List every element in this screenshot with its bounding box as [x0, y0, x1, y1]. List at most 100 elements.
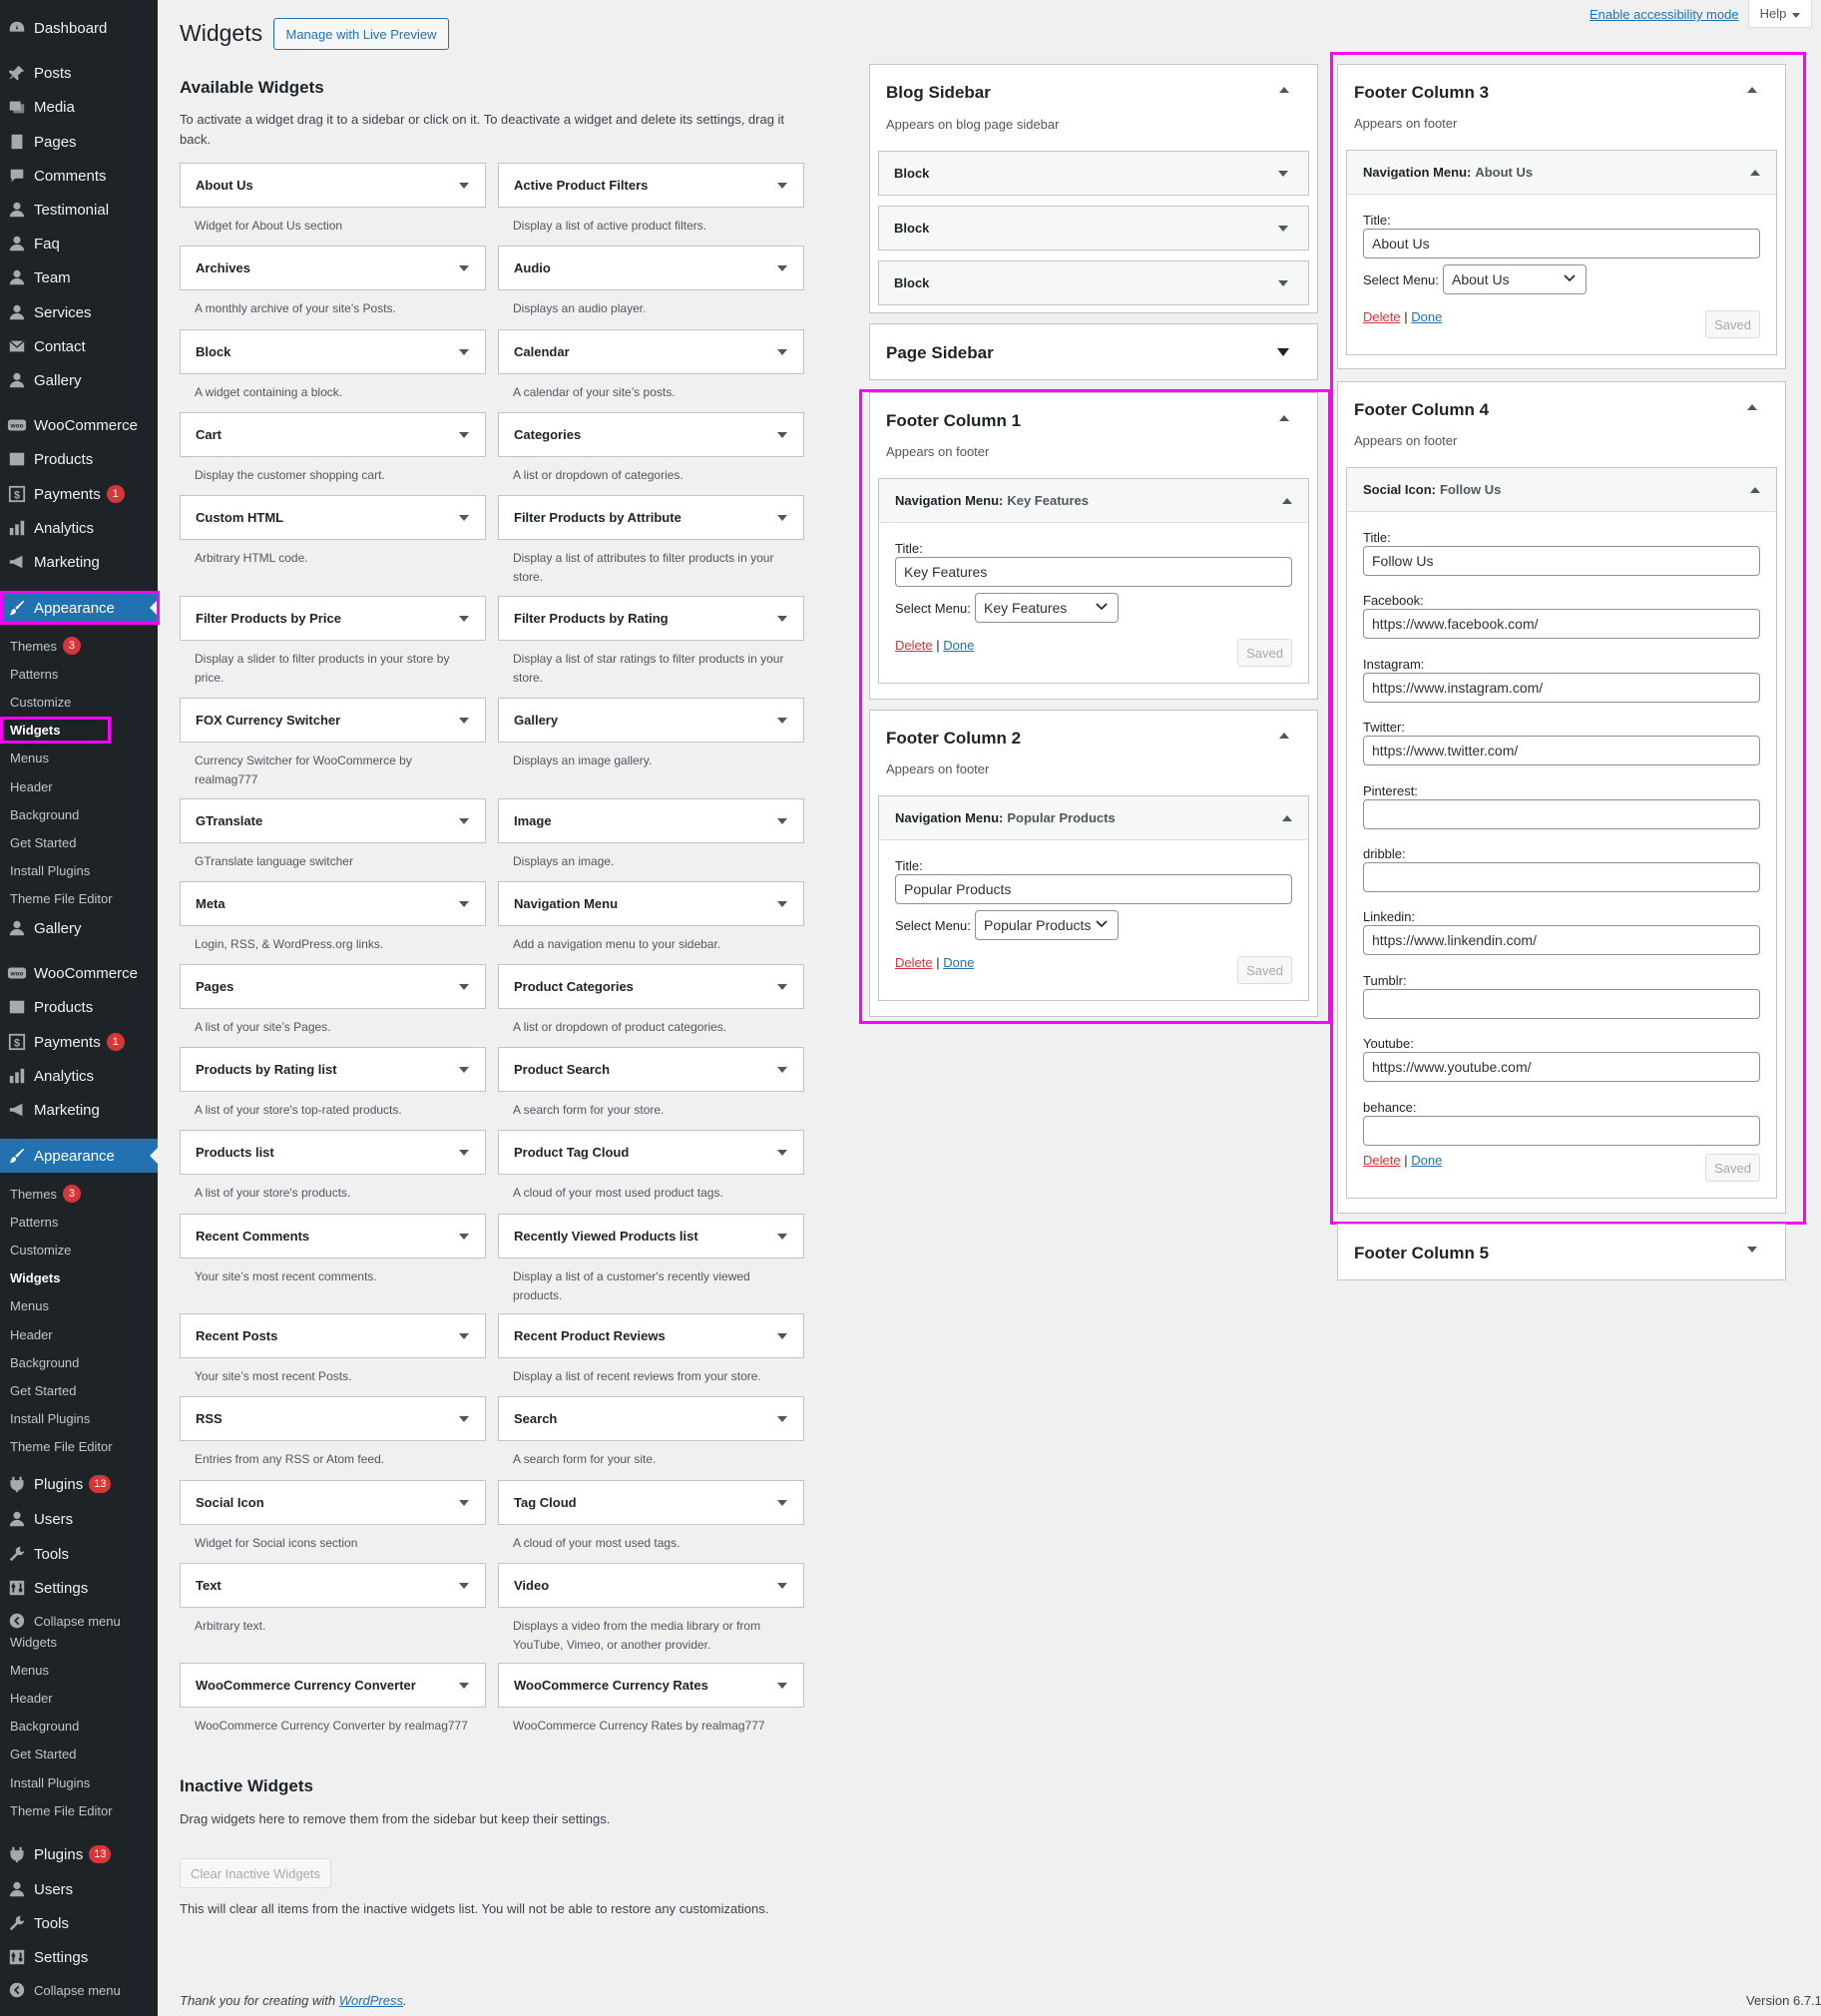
expand-arrow-icon[interactable]: [459, 1583, 469, 1589]
expand-arrow-icon[interactable]: [459, 349, 469, 355]
menu-dashboard[interactable]: Dashboard: [0, 11, 158, 45]
submenu-theme-file-editor[interactable]: Theme File Editor: [0, 886, 158, 912]
expand-arrow-icon[interactable]: [1278, 171, 1288, 177]
menu-appearance[interactable]: Appearance: [0, 1139, 158, 1173]
clear-inactive-button[interactable]: Clear Inactive Widgets: [180, 1858, 331, 1888]
submenu-patterns[interactable]: Patterns: [0, 1209, 158, 1235]
expand-arrow-icon[interactable]: [777, 515, 787, 521]
widget-product-tag-cloud[interactable]: Product Tag Cloud: [498, 1130, 804, 1175]
menu-plugins[interactable]: Plugins 13: [0, 1837, 158, 1871]
expand-arrow-icon[interactable]: [459, 1500, 469, 1506]
menu-analytics[interactable]: Analytics: [0, 1059, 158, 1093]
widget-cart[interactable]: Cart: [180, 412, 486, 457]
widget-filter-products-by-attribute[interactable]: Filter Products by Attribute: [498, 495, 804, 540]
widget-custom-html[interactable]: Custom HTML: [180, 495, 486, 540]
menu-contact[interactable]: Contact: [0, 329, 158, 363]
submenu-theme-file-editor[interactable]: Theme File Editor: [0, 1797, 158, 1823]
widget-social-icon[interactable]: Social Icon: [180, 1480, 486, 1525]
page-sidebar-area[interactable]: Page Sidebar: [869, 323, 1318, 380]
menu-tools[interactable]: Tools: [0, 1906, 158, 1940]
expand-arrow-icon[interactable]: [777, 349, 787, 355]
widget-recently-viewed-products-list[interactable]: Recently Viewed Products list: [498, 1214, 804, 1259]
expand-arrow-icon[interactable]: [459, 183, 469, 189]
menu-marketing[interactable]: Marketing: [0, 1093, 158, 1127]
expand-arrow-icon[interactable]: [777, 901, 787, 907]
widget-products-by-rating-list[interactable]: Products by Rating list: [180, 1047, 486, 1092]
widget-tag-cloud[interactable]: Tag Cloud: [498, 1480, 804, 1525]
widget-recent-product-reviews[interactable]: Recent Product Reviews: [498, 1313, 804, 1358]
expand-arrow-icon[interactable]: [459, 1234, 469, 1240]
menu-settings[interactable]: Settings: [0, 1940, 158, 1974]
expand-arrow-icon[interactable]: [777, 1333, 787, 1339]
widget-meta[interactable]: Meta: [180, 881, 486, 926]
submenu-widgets[interactable]: Widgets: [0, 1629, 158, 1655]
menu-posts[interactable]: Posts: [0, 56, 158, 90]
expand-arrow-icon[interactable]: [459, 818, 469, 824]
submenu-theme-file-editor[interactable]: Theme File Editor: [0, 1434, 158, 1460]
menu-collapse-menu[interactable]: Collapse menu: [0, 1973, 158, 2007]
widget-woocommerce-currency-converter[interactable]: WooCommerce Currency Converter: [180, 1663, 486, 1708]
submenu-background[interactable]: Background: [0, 801, 158, 827]
submenu-get-started[interactable]: Get Started: [0, 1377, 158, 1403]
widget-categories[interactable]: Categories: [498, 412, 804, 457]
widget-recent-comments[interactable]: Recent Comments: [180, 1214, 486, 1259]
expand-arrow-icon[interactable]: [459, 1416, 469, 1422]
expand-arrow-icon[interactable]: [1278, 226, 1288, 232]
expand-arrow-icon[interactable]: [459, 1150, 469, 1156]
submenu-install-plugins[interactable]: Install Plugins: [0, 1406, 158, 1432]
block-widget[interactable]: Block: [878, 151, 1309, 196]
expand-arrow-icon[interactable]: [777, 818, 787, 824]
menu-testimonial[interactable]: Testimonial: [0, 193, 158, 227]
expand-arrow-icon[interactable]: [1277, 348, 1289, 356]
menu-services[interactable]: Services: [0, 295, 158, 329]
widget-calendar[interactable]: Calendar: [498, 329, 804, 374]
submenu-customize[interactable]: Customize: [0, 689, 158, 715]
expand-arrow-icon[interactable]: [459, 515, 469, 521]
expand-arrow-icon[interactable]: [777, 1150, 787, 1156]
expand-arrow-icon[interactable]: [459, 432, 469, 438]
submenu-themes[interactable]: Themes 3: [0, 633, 158, 659]
widget-audio[interactable]: Audio: [498, 246, 804, 290]
menu-payments[interactable]: $ Payments 1: [0, 1025, 158, 1059]
menu-products[interactable]: Products: [0, 990, 158, 1024]
expand-arrow-icon[interactable]: [1278, 280, 1288, 286]
widget-rss[interactable]: RSS: [180, 1396, 486, 1441]
menu-pages[interactable]: Pages: [0, 125, 158, 159]
menu-users[interactable]: Users: [0, 1872, 158, 1906]
menu-products[interactable]: Products: [0, 442, 158, 476]
widget-fox-currency-switcher[interactable]: FOX Currency Switcher: [180, 698, 486, 743]
expand-arrow-icon[interactable]: [777, 1500, 787, 1506]
expand-arrow-icon[interactable]: [777, 183, 787, 189]
submenu-background[interactable]: Background: [0, 1349, 158, 1375]
submenu-get-started[interactable]: Get Started: [0, 1742, 158, 1767]
widget-filter-products-by-rating[interactable]: Filter Products by Rating: [498, 596, 804, 641]
expand-arrow-icon[interactable]: [459, 1683, 469, 1689]
help-tab[interactable]: Help: [1748, 0, 1812, 28]
widget-gtranslate[interactable]: GTranslate: [180, 798, 486, 843]
expand-arrow-icon[interactable]: [777, 1416, 787, 1422]
block-widget[interactable]: Block: [878, 206, 1309, 251]
menu-woocommerce[interactable]: woo WooCommerce: [0, 956, 158, 990]
expand-arrow-icon[interactable]: [777, 265, 787, 271]
footer-column-5-area[interactable]: Footer Column 5: [1337, 1224, 1786, 1280]
submenu-customize[interactable]: Customize: [0, 1237, 158, 1262]
widget-block[interactable]: Block: [180, 329, 486, 374]
expand-arrow-icon[interactable]: [777, 432, 787, 438]
widget-woocommerce-currency-rates[interactable]: WooCommerce Currency Rates: [498, 1663, 804, 1708]
expand-arrow-icon[interactable]: [459, 1333, 469, 1339]
widget-products-list[interactable]: Products list: [180, 1130, 486, 1175]
expand-arrow-icon[interactable]: [777, 1583, 787, 1589]
expand-arrow-icon[interactable]: [777, 1234, 787, 1240]
block-widget[interactable]: Block: [878, 260, 1309, 305]
expand-arrow-icon[interactable]: [777, 1067, 787, 1073]
menu-users[interactable]: Users: [0, 1502, 158, 1536]
menu-tools[interactable]: Tools: [0, 1537, 158, 1571]
expand-arrow-icon[interactable]: [1747, 1247, 1757, 1253]
widget-product-categories[interactable]: Product Categories: [498, 964, 804, 1009]
widget-about-us[interactable]: About Us: [180, 163, 486, 208]
expand-arrow-icon[interactable]: [459, 984, 469, 990]
menu-media[interactable]: Media: [0, 90, 158, 124]
expand-arrow-icon[interactable]: [777, 718, 787, 724]
expand-arrow-icon[interactable]: [777, 984, 787, 990]
widget-active-product-filters[interactable]: Active Product Filters: [498, 163, 804, 208]
